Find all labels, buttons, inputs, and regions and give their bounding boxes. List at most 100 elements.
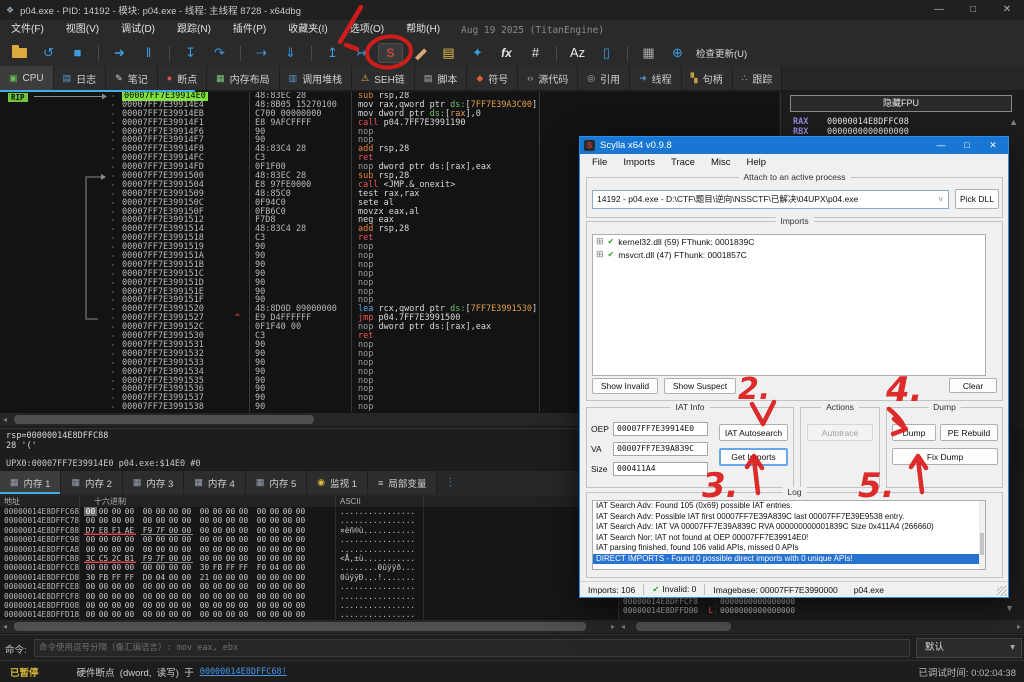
tab-handles[interactable]: ▚ 句柄 — [681, 66, 733, 90]
execute-till-return-icon[interactable]: ↥ — [318, 42, 347, 64]
tab-references[interactable]: ◎ 引用 — [578, 66, 631, 90]
menubar-item[interactable]: 调试(D) — [110, 20, 166, 40]
dump-row[interactable]: 00000014E8DFFCD8 30 FB FF FF D0 04 00 00 21 00 00 00… — [0, 572, 618, 583]
tab-dump-2[interactable]: ▦ 内存 2 — [61, 471, 123, 494]
switch-thread-icon[interactable]: ↣ — [347, 42, 376, 64]
scylla-menu-file[interactable]: File — [584, 154, 615, 171]
scroll-left-icon[interactable]: ◂ — [3, 620, 7, 633]
window-list-icon[interactable]: ⋮ — [445, 471, 455, 496]
pause-icon[interactable]: ‖ — [134, 42, 163, 64]
tab-locals[interactable]: ≡ 局部变量 — [368, 471, 438, 494]
dump-row[interactable]: 00000014E8DFFC88 D7 E8 F1 AE F9 7F 00 00 00 00 00 00… — [0, 525, 618, 536]
tab-threads[interactable]: ➜ 线程 — [630, 66, 682, 90]
tab-notes[interactable]: ✎ 笔记 — [106, 66, 158, 90]
memory-icon[interactable]: ▯ — [592, 42, 621, 64]
dump-row[interactable]: 00000014E8DFFC78 00 00 00 00 00 00 00 00 00 00 00 00… — [0, 516, 618, 526]
label-icon[interactable]: ✦ — [463, 42, 492, 64]
tab-dump-5[interactable]: ▦ 内存 5 — [245, 471, 308, 494]
command-input[interactable] — [34, 639, 910, 657]
log-line[interactable]: IAT Search Nor: IAT not found at OEP 000… — [593, 533, 985, 544]
log-line[interactable]: IAT Search Adv: Found 105 (0x69) possibl… — [593, 501, 985, 512]
tab-symbols[interactable]: ◆ 符号 — [467, 66, 519, 90]
expand-icon[interactable]: ⊞ — [596, 249, 604, 260]
dump-hscrollbar[interactable]: ◂ ▸ — [0, 620, 618, 633]
scroll-right-icon[interactable]: ▸ — [1017, 620, 1021, 633]
get-imports-button[interactable]: Get Imports — [719, 448, 788, 466]
assemble-icon[interactable]: Az — [563, 42, 592, 64]
dump-row[interactable]: 00000014E8DFFD18 00 00 00 00 00 00 00 00 00 00 00 00… — [0, 610, 618, 620]
profile-select[interactable]: 默认 ▾ — [916, 638, 1022, 658]
minimize-button[interactable]: — — [928, 137, 954, 154]
dump-row[interactable]: 00000014E8DFFD08 00 00 00 00 00 00 00 00 00 00 00 00… — [0, 600, 618, 611]
stack-row[interactable]: 00000014E8DFFD00 L 0000000000000000 — [623, 606, 795, 615]
dump-pane[interactable]: 地址 十六进制 ASCII 00000014E8DFFC68 00 00 00 00 00… — [0, 496, 618, 620]
calculator-icon[interactable]: ▦ — [634, 42, 663, 64]
close-button[interactable]: ✕ — [980, 137, 1006, 154]
menubar-item[interactable]: 选项(O) — [339, 20, 395, 40]
tab-log[interactable]: ▤ 日志 — [53, 66, 107, 90]
stack-row[interactable]: 00000014E8DFFCF8 0000000000000000 — [623, 597, 795, 606]
scylla-menu-trace[interactable]: Trace — [663, 154, 703, 171]
imports-tree[interactable]: ⊞ ✔ kernel32.dll (59) FThunk: 0001839C ⊞ ✔ ms… — [592, 234, 986, 376]
scylla-menu-misc[interactable]: Misc — [703, 154, 739, 171]
log-line[interactable]: DIRECT IMPORTS - Found 0 possible direct… — [593, 553, 985, 564]
disasm-row[interactable]: 00007FF7E39914F1 E8 9AFCFFFF call p04.7FF7… — [0, 118, 779, 128]
register-row[interactable]: RAX 00000014E8DFFC08 — [793, 117, 909, 127]
dump-row[interactable]: 00000014E8DFFCB8 3C C5 2C B1 F9 7F 00 00 00 00 00 00… — [0, 553, 618, 564]
menubar-item[interactable]: 收藏夹(I) — [277, 20, 338, 40]
dump-row[interactable]: 00000014E8DFFC98 00 00 00 00 00 00 00 00 00 00 00 00… — [0, 535, 618, 545]
menubar-item[interactable]: 文件(F) — [0, 20, 55, 40]
scylla-menu-help[interactable]: Help — [738, 154, 774, 171]
stack-hscrollbar[interactable]: ◂ ▸ — [618, 620, 1024, 633]
minimize-button[interactable]: — — [922, 0, 956, 20]
menubar-item[interactable]: 视图(V) — [55, 20, 110, 40]
stop-icon[interactable]: ■ — [63, 42, 92, 64]
patch-icon[interactable]: ▬ — [405, 42, 434, 64]
size-field[interactable]: 000411A4 — [613, 462, 708, 476]
menubar-item[interactable]: 帮助(H) — [395, 20, 451, 40]
tab-trace[interactable]: ∴ 跟踪 — [732, 66, 783, 90]
tab-cpu[interactable]: ▣ CPU — [0, 66, 54, 90]
step-into-icon[interactable]: ↧ — [176, 42, 205, 64]
scroll-down-icon[interactable]: ▼ — [1005, 603, 1014, 613]
step-over-icon[interactable]: ↷ — [205, 42, 234, 64]
tab-script[interactable]: ▤ 脚本 — [414, 66, 468, 90]
check-update-label[interactable]: 检查更新(U) — [696, 46, 747, 60]
tab-call-stack[interactable]: ▥ 调用堆栈 — [279, 66, 353, 90]
dump-row[interactable]: 00000014E8DFFCE8 00 00 00 00 00 00 00 00 00 00 00 00… — [0, 582, 618, 592]
hash-icon[interactable]: # — [521, 42, 550, 64]
pick-dll-button[interactable]: Pick DLL — [955, 189, 999, 209]
pe-rebuild-button[interactable]: PE Rebuild — [940, 424, 998, 441]
function-icon[interactable]: fx — [492, 42, 521, 64]
log-line[interactable]: IAT parsing finished, found 106 valid AP… — [593, 543, 985, 554]
scylla-titlebar[interactable]: S Scylla x64 v0.9.8 — □ ✕ — [580, 137, 1008, 154]
iat-autosearch-button[interactable]: IAT Autosearch — [719, 424, 788, 441]
run-icon[interactable]: ➜ — [105, 42, 134, 64]
close-button[interactable]: ✕ — [990, 0, 1024, 20]
import-dll-item[interactable]: ⊞ ✔ kernel32.dll (59) FThunk: 0001839C — [593, 235, 985, 248]
menubar-item[interactable]: 跟踪(N) — [166, 20, 222, 40]
log-list[interactable]: IAT Search Adv: Found 105 (0x69) possibl… — [592, 500, 986, 570]
va-field[interactable]: 00007FF7E39A839C — [613, 442, 708, 456]
scylla-menu-imports[interactable]: Imports — [615, 154, 663, 171]
tab-source[interactable]: ‹› 源代码 — [518, 66, 579, 90]
tab-breakpoints[interactable]: ● 断点 — [157, 66, 208, 90]
fix-dump-button[interactable]: Fix Dump — [892, 448, 998, 465]
scroll-right-icon[interactable]: ▸ — [611, 620, 615, 633]
resize-grip[interactable] — [997, 586, 1007, 596]
menubar-item[interactable]: 插件(P) — [222, 20, 277, 40]
open-file-icon[interactable] — [12, 45, 27, 58]
dump-row[interactable]: 00000014E8DFFCA8 00 00 00 00 00 00 00 00 00 00 00 00… — [0, 544, 618, 554]
dump-row[interactable]: 00000014E8DFFC68 00 00 00 00 00 00 00 00 00 00 00 00… — [0, 507, 618, 517]
scroll-up-icon[interactable]: ▲ — [1009, 117, 1018, 127]
tab-seh[interactable]: ⚠ SEH链 — [352, 66, 415, 90]
log-vscrollbar[interactable] — [979, 501, 985, 569]
process-select[interactable]: 14192 - p04.exe - D:\CTF\题目\逆向\NSSCTF\已解… — [592, 190, 949, 209]
trace-over-icon[interactable]: ⇓ — [276, 42, 305, 64]
scylla-plugin-icon[interactable]: S — [378, 43, 403, 63]
maximize-button[interactable]: □ — [954, 137, 980, 154]
expand-icon[interactable]: ⊞ — [596, 236, 604, 247]
dump-button[interactable]: Dump — [892, 424, 936, 441]
import-dll-item[interactable]: ⊞ ✔ msvcrt.dll (47) FThunk: 0001857C — [593, 248, 985, 261]
scroll-left-icon[interactable]: ◂ — [3, 413, 7, 426]
